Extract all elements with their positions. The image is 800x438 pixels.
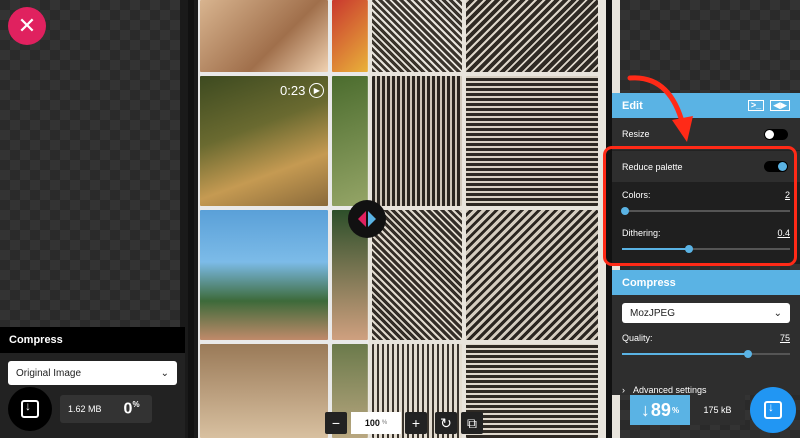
left-pct-unit: % <box>132 399 140 409</box>
close-button[interactable]: ✕ <box>8 7 46 45</box>
chevron-right-icon: › <box>622 385 625 395</box>
toggle-knob <box>765 129 774 139</box>
zoom-in-button[interactable]: + <box>405 412 427 434</box>
edit-header-icons: >_ ◀▶ <box>747 100 790 111</box>
close-icon: ✕ <box>17 13 37 38</box>
photo-tile <box>200 344 328 438</box>
photo-tile <box>200 0 328 72</box>
left-compress-panel: Compress Original Image ⌄ 1.62 MB 0% <box>0 327 185 438</box>
terminal-icon[interactable]: >_ <box>747 100 765 111</box>
codec-value: MozJPEG <box>630 307 676 319</box>
image-preview[interactable] <box>180 0 620 438</box>
compressed-side <box>368 0 620 438</box>
dithered-tile <box>372 76 462 206</box>
dithered-tile <box>466 344 598 438</box>
zoom-value[interactable]: 100 % <box>351 412 401 434</box>
code-icon[interactable]: ◀▶ <box>770 100 790 111</box>
right-compress-title: Compress <box>612 270 800 295</box>
photo-tile <box>332 0 368 72</box>
left-format-select[interactable]: Original Image ⌄ <box>8 361 177 385</box>
left-download-button[interactable] <box>8 387 52 431</box>
highlight-box <box>603 146 797 266</box>
result-file-size: 175 kB <box>690 395 745 425</box>
right-download-button[interactable] <box>750 387 796 433</box>
arrow-down-icon: ↓ <box>640 399 650 420</box>
advanced-settings-label: Advanced settings <box>633 385 707 395</box>
fit-button[interactable]: ⧉ <box>461 412 483 434</box>
chevron-down-icon: ⌄ <box>160 367 169 379</box>
photo-tile <box>332 76 368 206</box>
result-pct-value: 89 <box>650 399 671 420</box>
dithered-tile <box>466 76 598 206</box>
right-compress-body: MozJPEG ⌄ Quality: 75 › Advanced setting… <box>612 295 800 395</box>
dithered-tile <box>372 210 462 340</box>
slider-fill <box>622 353 748 355</box>
quality-slider[interactable] <box>622 350 790 358</box>
chevron-down-icon: ⌄ <box>773 307 782 319</box>
zoom-toolbar: − 100 % + ↻ ⧉ <box>325 410 483 436</box>
annotation-arrow-icon <box>627 75 693 142</box>
split-handle[interactable] <box>348 200 386 238</box>
rotate-button[interactable]: ↻ <box>435 412 457 434</box>
left-size-percent: 0% <box>124 400 140 418</box>
download-icon <box>764 400 782 419</box>
fit-icon: ⧉ <box>467 414 477 431</box>
download-icon <box>21 399 39 418</box>
left-format-value: Original Image <box>16 367 82 379</box>
quality-slider-row: Quality: 75 <box>622 331 790 369</box>
codec-select[interactable]: MozJPEG ⌄ <box>622 303 790 323</box>
split-handle-icon <box>358 211 376 227</box>
photo-tile <box>200 210 328 340</box>
video-duration: 0:23 ▶ <box>280 83 325 98</box>
quality-label: Quality: <box>622 333 653 343</box>
slider-thumb[interactable] <box>744 350 752 358</box>
play-icon: ▶ <box>309 83 325 98</box>
result-pct-unit: % <box>671 405 680 415</box>
left-file-size: 1.62 MB <box>68 404 102 414</box>
rotate-icon: ↻ <box>440 414 452 431</box>
resize-toggle[interactable] <box>764 128 788 140</box>
zoom-unit: % <box>381 420 388 426</box>
quality-value[interactable]: 75 <box>780 333 790 343</box>
dithered-tile <box>372 0 462 72</box>
result-percent: ↓ 89 % <box>630 395 690 425</box>
phone-edge-left <box>188 0 194 438</box>
left-size-info: 1.62 MB 0% <box>60 395 152 423</box>
zoom-out-button[interactable]: − <box>325 412 347 434</box>
zoom-number: 100 <box>364 418 380 428</box>
dithered-tile <box>466 0 598 72</box>
result-size-info: ↓ 89 % 175 kB <box>630 395 745 425</box>
dithered-tile <box>466 210 598 340</box>
left-compress-title: Compress <box>0 327 185 353</box>
